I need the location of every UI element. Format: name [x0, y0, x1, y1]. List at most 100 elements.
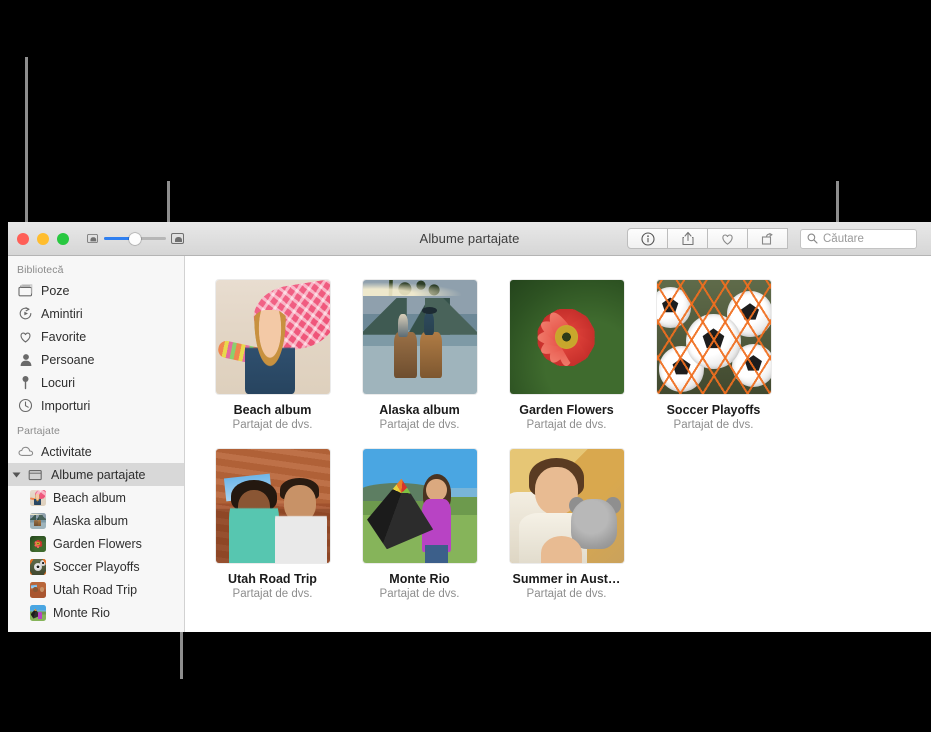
favorite-button[interactable]	[707, 228, 748, 249]
album-subtitle: Partajat de dvs.	[526, 419, 607, 431]
zoom-button[interactable]	[57, 232, 69, 245]
album-thumbnail[interactable]	[215, 280, 330, 394]
album-subtitle: Partajat de dvs.	[379, 419, 460, 431]
share-button[interactable]	[667, 228, 708, 249]
album-thumbnail[interactable]	[362, 280, 477, 394]
album-subtitle: Partajat de dvs.	[379, 588, 460, 600]
album-subtitle: Partajat de dvs.	[526, 588, 607, 600]
info-button[interactable]	[627, 228, 668, 249]
heart-icon	[17, 330, 34, 344]
small-thumbnail-icon	[87, 233, 98, 244]
sidebar-item-photos[interactable]: Poze	[8, 279, 184, 302]
sidebar-item-places[interactable]: Locuri	[8, 371, 184, 394]
sidebar-item-label: Activitate	[41, 444, 92, 459]
sidebar-item-label: Alaska album	[53, 513, 129, 528]
sidebar-item-label: Favorite	[41, 329, 87, 344]
slider-knob[interactable]	[129, 232, 141, 245]
clock-icon	[17, 398, 34, 413]
album-item[interactable]: Utah Road Trip Partajat de dvs.	[199, 449, 346, 600]
chevron-down-icon[interactable]	[12, 472, 21, 477]
sidebar-item-shared-albums[interactable]: Albume partajate	[8, 463, 184, 486]
album-item[interactable]: Summer in Aust… Partajat de dvs.	[493, 449, 640, 600]
window-titlebar: Albume partajate Căutare	[8, 222, 931, 256]
sidebar-item-label: Garden Flowers	[53, 536, 142, 551]
sidebar-item-label: Beach album	[53, 490, 126, 505]
search-icon	[807, 233, 818, 244]
album-thumbnail	[30, 558, 46, 575]
thumbnail-size-slider-group	[86, 232, 184, 245]
traffic-lights	[8, 232, 69, 245]
large-thumbnail-icon	[171, 233, 184, 244]
album-title: Soccer Playoffs	[666, 403, 761, 417]
sidebar-album-beach[interactable]: Beach album	[8, 486, 184, 509]
sidebar-album-soccer[interactable]: Soccer Playoffs	[8, 555, 184, 578]
sidebar-section-shared: Partajate	[17, 425, 60, 437]
share-icon	[681, 231, 694, 246]
album-thumbnail[interactable]	[509, 449, 624, 563]
toolbar-buttons: Căutare	[627, 228, 931, 249]
sidebar-item-memories[interactable]: Amintiri	[8, 302, 184, 325]
search-placeholder: Căutare	[823, 232, 864, 245]
album-title: Beach album	[233, 403, 312, 417]
album-item[interactable]: Beach album Partajat de dvs.	[199, 280, 346, 431]
person-icon	[17, 353, 34, 367]
search-field[interactable]: Căutare	[800, 228, 917, 249]
photos-icon	[17, 284, 34, 297]
shared-albums-content: Beach album Partajat de dvs. Alaska albu…	[185, 256, 931, 632]
sidebar-item-activity[interactable]: Activitate	[8, 440, 184, 463]
thumbnail-size-slider[interactable]	[104, 232, 166, 245]
sidebar-album-alaska[interactable]: Alaska album	[8, 509, 184, 532]
album-title: Alaska album	[379, 403, 460, 417]
album-item[interactable]: Monte Rio Partajat de dvs.	[346, 449, 493, 600]
album-title: Utah Road Trip	[228, 572, 317, 586]
album-thumbnail[interactable]	[509, 280, 624, 394]
album-item[interactable]: Soccer Playoffs Partajat de dvs.	[640, 280, 787, 431]
sidebar-item-label: Persoane	[41, 352, 95, 367]
album-subtitle: Partajat de dvs.	[232, 419, 313, 431]
window-body: Bibliotecă Poze Amintiri Favorite Persoa…	[8, 256, 931, 632]
album-thumbnail	[30, 489, 46, 506]
album-thumbnail	[30, 512, 46, 529]
pin-icon	[17, 375, 34, 390]
album-item[interactable]: Garden Flowers Partajat de dvs.	[493, 280, 640, 431]
sidebar-album-monte-rio[interactable]: Monte Rio	[8, 601, 184, 624]
minimize-button[interactable]	[37, 232, 49, 245]
sidebar: Bibliotecă Poze Amintiri Favorite Persoa…	[8, 256, 185, 632]
heart-icon	[722, 233, 733, 245]
rotate-button[interactable]	[747, 228, 788, 249]
info-circle-icon	[640, 231, 655, 246]
album-thumbnail	[30, 604, 46, 621]
close-button[interactable]	[17, 232, 29, 245]
album-title: Summer in Aust…	[512, 572, 621, 586]
sidebar-album-garden[interactable]: Garden Flowers	[8, 532, 184, 555]
sidebar-item-label: Albume partajate	[51, 467, 146, 482]
album-thumbnail[interactable]	[215, 449, 330, 563]
sidebar-item-label: Importuri	[41, 398, 91, 413]
album-title: Monte Rio	[389, 572, 450, 586]
sidebar-item-label: Monte Rio	[53, 605, 110, 620]
memories-icon	[17, 306, 34, 321]
rotate-icon	[761, 232, 773, 245]
album-item[interactable]: Alaska album Partajat de dvs.	[346, 280, 493, 431]
album-title: Garden Flowers	[519, 403, 614, 417]
sidebar-section-library: Bibliotecă	[17, 264, 64, 276]
album-subtitle: Partajat de dvs.	[232, 588, 313, 600]
album-thumbnail	[30, 535, 46, 552]
sidebar-item-favorites[interactable]: Favorite	[8, 325, 184, 348]
photos-window: Albume partajate Căutare Bibliotecă Poze…	[8, 222, 931, 632]
sidebar-item-label: Utah Road Trip	[53, 582, 138, 597]
sidebar-album-utah[interactable]: Utah Road Trip	[8, 578, 184, 601]
sidebar-item-people[interactable]: Persoane	[8, 348, 184, 371]
album-thumbnail[interactable]	[656, 280, 771, 394]
sidebar-item-label: Amintiri	[41, 306, 83, 321]
shared-album-icon	[27, 468, 44, 481]
album-subtitle: Partajat de dvs.	[673, 419, 754, 431]
album-thumbnail[interactable]	[362, 449, 477, 563]
cloud-icon	[17, 446, 34, 457]
album-thumbnail	[30, 581, 46, 598]
albums-grid: Beach album Partajat de dvs. Alaska albu…	[185, 280, 931, 618]
sidebar-item-label: Poze	[41, 283, 70, 298]
sidebar-item-label: Soccer Playoffs	[53, 559, 140, 574]
sidebar-item-label: Locuri	[41, 375, 76, 390]
sidebar-item-imports[interactable]: Importuri	[8, 394, 184, 417]
